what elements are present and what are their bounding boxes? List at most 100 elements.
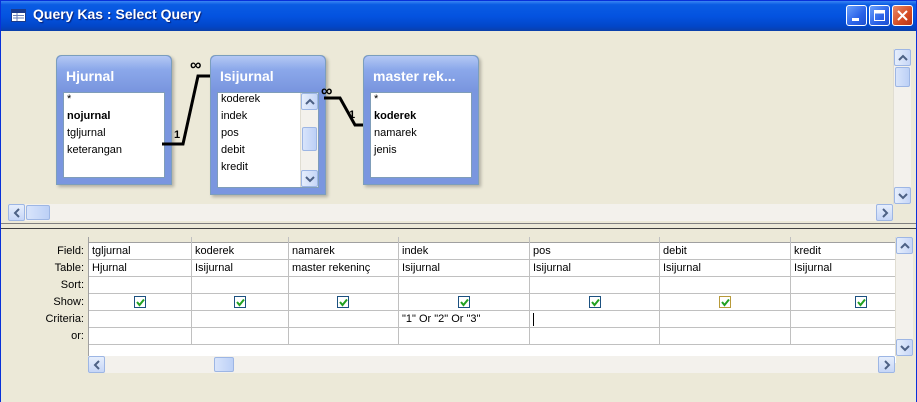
checkmark-icon (721, 298, 730, 307)
show-cell[interactable] (289, 294, 398, 311)
table-cell[interactable]: Isijurnal (660, 260, 790, 277)
show-checkbox[interactable] (458, 296, 470, 308)
show-cell[interactable] (399, 294, 529, 311)
field-cell[interactable]: namarek (289, 243, 398, 260)
join-one-label: 1 (174, 129, 181, 141)
chevron-down-icon (900, 345, 910, 352)
table-cell[interactable]: master rekeninç (289, 260, 398, 277)
minimize-button[interactable] (846, 5, 867, 26)
show-checkbox[interactable] (337, 296, 349, 308)
query-icon (11, 9, 26, 22)
table-cell[interactable]: Isijurnal (192, 260, 288, 277)
scroll-right-button[interactable] (876, 204, 893, 221)
field-cell[interactable]: indek (399, 243, 529, 260)
criteria-cell[interactable] (289, 311, 398, 328)
scroll-left-button[interactable] (88, 356, 105, 373)
field-cell[interactable]: pos (530, 243, 659, 260)
chevron-up-icon (898, 54, 908, 61)
or-cell[interactable] (399, 328, 529, 345)
criteria-cell[interactable] (660, 311, 790, 328)
or-cell[interactable] (192, 328, 288, 345)
scroll-up-button[interactable] (894, 49, 911, 66)
design-grid[interactable]: tgljurnal Hjurnal koderek Isijurnal nama… (88, 237, 896, 363)
show-checkbox[interactable] (719, 296, 731, 308)
field-cell[interactable]: tgljurnal (89, 243, 191, 260)
sort-cell[interactable] (791, 277, 896, 294)
scroll-down-button[interactable] (896, 339, 913, 356)
join-lines (162, 74, 363, 146)
show-checkbox[interactable] (589, 296, 601, 308)
design-grid-pane[interactable]: Field: Table: Sort: Show: Criteria: or: … (4, 229, 913, 382)
scroll-up-button[interactable] (896, 237, 913, 254)
or-cell[interactable] (89, 328, 191, 345)
or-cell[interactable] (289, 328, 398, 345)
row-header-field: Field: (57, 245, 84, 257)
show-cell[interactable] (530, 294, 659, 311)
show-checkbox[interactable] (234, 296, 246, 308)
sort-cell[interactable] (660, 277, 790, 294)
join-line-isijurnal-master (324, 96, 363, 127)
table-cell[interactable]: Isijurnal (791, 260, 896, 277)
show-cell[interactable] (89, 294, 191, 311)
title-bar[interactable]: Query Kas : Select Query (1, 1, 916, 31)
criteria-cell[interactable] (192, 311, 288, 328)
scroll-right-button[interactable] (878, 356, 895, 373)
row-header-criteria: Criteria: (45, 313, 84, 325)
grid-hscroll[interactable] (88, 356, 895, 373)
text-cursor (533, 313, 534, 326)
close-button[interactable] (892, 5, 913, 26)
scroll-down-button[interactable] (894, 187, 911, 204)
checkmark-icon (136, 298, 145, 307)
maximize-button[interactable] (869, 5, 890, 26)
scroll-thumb[interactable] (26, 205, 50, 220)
or-cell[interactable] (791, 328, 896, 345)
sort-cell[interactable] (192, 277, 288, 294)
show-checkbox[interactable] (134, 296, 146, 308)
criteria-cell[interactable] (530, 311, 659, 328)
criteria-cell[interactable] (89, 311, 191, 328)
row-header-show: Show: (53, 296, 84, 308)
table-cell[interactable]: Hjurnal (89, 260, 191, 277)
sort-cell[interactable] (89, 277, 191, 294)
checkmark-icon (460, 298, 469, 307)
join-many-label: ∞ (190, 57, 202, 74)
field-cell[interactable]: debit (660, 243, 790, 260)
table-pane[interactable]: Hjurnal * nojurnal tgljurnal keterangan … (4, 31, 912, 223)
or-cell[interactable] (660, 328, 790, 345)
scroll-thumb[interactable] (895, 67, 910, 87)
or-cell[interactable] (530, 328, 659, 345)
checkmark-icon (591, 298, 600, 307)
grid-vscroll[interactable] (895, 237, 913, 356)
sort-cell[interactable] (289, 277, 398, 294)
table-cell[interactable]: Isijurnal (399, 260, 529, 277)
chevron-right-icon (882, 208, 889, 218)
window-title: Query Kas : Select Query (33, 6, 202, 22)
criteria-cell[interactable] (791, 311, 896, 328)
chevron-left-icon (93, 360, 100, 370)
table-pane-vscroll[interactable] (893, 49, 911, 204)
show-cell[interactable] (192, 294, 288, 311)
close-icon (897, 10, 908, 21)
sort-cell[interactable] (530, 277, 659, 294)
show-cell[interactable] (660, 294, 790, 311)
join-many-label: ∞ (321, 83, 333, 100)
scroll-thumb[interactable] (214, 357, 234, 372)
row-header-table: Table: (54, 262, 84, 274)
row-header-or: or: (71, 330, 84, 342)
sort-cell[interactable] (399, 277, 529, 294)
table-cell[interactable]: Isijurnal (530, 260, 659, 277)
join-one-label: 1 (349, 109, 356, 121)
field-cell[interactable]: koderek (192, 243, 288, 260)
show-cell[interactable] (791, 294, 896, 311)
scroll-left-button[interactable] (8, 204, 25, 221)
chevron-right-icon (884, 360, 891, 370)
show-checkbox[interactable] (855, 296, 867, 308)
join-line-hjurnal-isijurnal (162, 74, 210, 146)
minimize-icon (852, 18, 859, 21)
criteria-cell[interactable]: "1" Or "2" Or "3" (399, 311, 529, 328)
checkmark-icon (857, 298, 866, 307)
checkmark-icon (236, 298, 245, 307)
row-header-sort: Sort: (60, 279, 84, 291)
field-cell[interactable]: kredit (791, 243, 896, 260)
table-pane-hscroll[interactable] (8, 204, 893, 221)
